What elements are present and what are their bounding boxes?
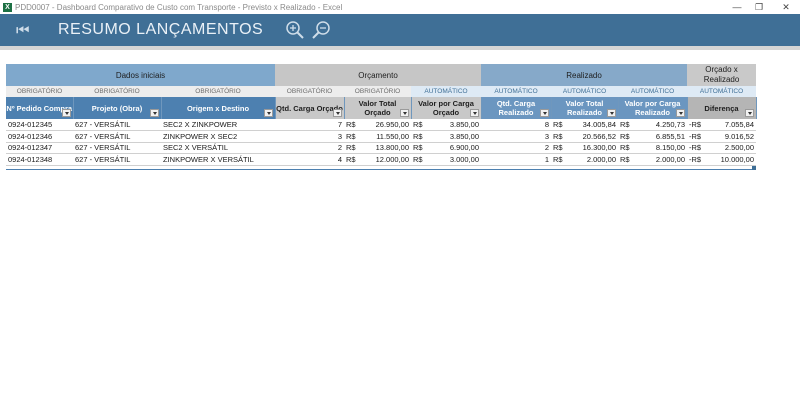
header-qtd-realizado: Qtd. Carga Realizado	[481, 97, 552, 119]
cell-vc-realizado[interactable]: R$ 2.000,00	[618, 153, 688, 166]
table-row: 0924-012347 627 - VERSÁTIL SEC2 X VERSÁT…	[6, 142, 757, 154]
group-dados-iniciais: Dados iniciais	[6, 64, 275, 86]
cell-vc-orcado[interactable]: R$ 6.900,00	[411, 142, 482, 154]
cell-origem[interactable]: SEC2 X VERSÁTIL	[161, 142, 275, 154]
cell-vt-realizado[interactable]: R$ 16.300,00	[551, 142, 619, 154]
cell-origem[interactable]: ZINKPOWER X SEC2	[161, 130, 275, 143]
restore-button[interactable]: ❐	[749, 0, 769, 14]
filter-dropdown-icon[interactable]	[332, 109, 342, 117]
requirement-label: AUTOMÁTICO	[551, 86, 619, 97]
cell-vc-realizado[interactable]: R$ 8.150,00	[618, 142, 688, 154]
cell-vc-orcado[interactable]: R$ 3.000,00	[411, 153, 482, 166]
filter-dropdown-icon[interactable]	[744, 109, 754, 117]
group-realizado: Realizado	[481, 64, 688, 86]
zoom-out-icon[interactable]	[311, 20, 331, 40]
cell-origem[interactable]: SEC2 X ZINKPOWER	[161, 119, 275, 131]
header-qtd-orcado: Qtd. Carga Orçado	[275, 97, 345, 119]
dashboard-header: ⏮ RESUMO LANÇAMENTOS	[0, 14, 800, 46]
header-diferenca: Diferença	[687, 97, 757, 119]
requirement-label: AUTOMÁTICO	[687, 86, 757, 97]
cell-diferenca[interactable]: -R$ 10.000,00	[687, 153, 757, 166]
requirement-label: OBRIGATÓRIO	[344, 86, 411, 97]
cell-qtd-realizado[interactable]: 8	[481, 119, 552, 131]
cell-qtd-orcado[interactable]: 3	[275, 130, 344, 143]
cell-pedido[interactable]: 0924-012347	[6, 142, 73, 154]
filter-dropdown-icon[interactable]	[61, 109, 71, 117]
cell-vc-realizado[interactable]: R$ 6.855,51	[618, 130, 688, 143]
window-title: PDD0007 - Dashboard Comparativo de Custo…	[15, 2, 343, 12]
requirement-label: OBRIGATÓRIO	[6, 86, 73, 97]
cell-vc-orcado[interactable]: R$ 3.850,00	[411, 119, 482, 131]
cell-vt-orcado[interactable]: R$ 12.000,00	[344, 153, 411, 166]
cell-projeto[interactable]: 627 - VERSÁTIL	[73, 130, 161, 143]
requirement-label: AUTOMÁTICO	[411, 86, 482, 97]
back-first-icon[interactable]: ⏮	[16, 22, 40, 39]
table-row: 0924-012348 627 - VERSÁTIL ZINKPOWER X V…	[6, 153, 757, 166]
filter-dropdown-icon[interactable]	[263, 109, 273, 117]
header-origem: Origem x Destino	[161, 97, 276, 119]
cell-qtd-orcado[interactable]: 2	[275, 142, 344, 154]
minimize-button[interactable]: —	[727, 0, 747, 14]
cell-origem[interactable]: ZINKPOWER X VERSÁTIL	[161, 153, 275, 166]
filter-dropdown-icon[interactable]	[469, 109, 479, 117]
cell-projeto[interactable]: 627 - VERSÁTIL	[73, 153, 161, 166]
cell-qtd-realizado[interactable]: 2	[481, 142, 552, 154]
cell-vt-realizado[interactable]: R$ 2.000,00	[551, 153, 619, 166]
cell-vt-realizado[interactable]: R$ 20.566,52	[551, 130, 619, 143]
header-vc-orcado: Valor por Carga Orçado	[411, 97, 482, 119]
cell-vt-orcado[interactable]: R$ 13.800,00	[344, 142, 411, 154]
cell-diferenca[interactable]: -R$ 7.055,84	[687, 119, 757, 131]
cell-vt-realizado[interactable]: R$ 34.005,84	[551, 119, 619, 131]
excel-icon: X	[3, 2, 12, 12]
cell-vt-orcado[interactable]: R$ 26.950,00	[344, 119, 411, 131]
zoom-in-icon[interactable]	[285, 20, 305, 40]
cell-pedido[interactable]: 0924-012346	[6, 130, 73, 143]
window-titlebar: X PDD0007 - Dashboard Comparativo de Cus…	[0, 0, 800, 14]
table-row: 0924-012346 627 - VERSÁTIL ZINKPOWER X S…	[6, 130, 757, 143]
header-vc-realizado: Valor por Carga Realizado	[618, 97, 688, 119]
filter-dropdown-icon[interactable]	[606, 109, 616, 117]
table-bottom-border	[6, 169, 756, 170]
cell-pedido[interactable]: 0924-012345	[6, 119, 73, 131]
cell-diferenca[interactable]: -R$ 2.500,00	[687, 142, 757, 154]
requirement-label: OBRIGATÓRIO	[73, 86, 161, 97]
header-pedido: Nº Pedido Compra	[6, 97, 74, 119]
filter-dropdown-icon[interactable]	[675, 109, 685, 117]
launches-table: Dados iniciais Orçamento Realizado Orçad…	[6, 64, 757, 166]
cell-vt-orcado[interactable]: R$ 11.550,00	[344, 130, 411, 143]
group-orcado-x-realizado: Orçado x Realizado	[687, 64, 757, 86]
close-button[interactable]: ✕	[776, 0, 796, 14]
requirement-label: AUTOMÁTICO	[481, 86, 552, 97]
cell-projeto[interactable]: 627 - VERSÁTIL	[73, 142, 161, 154]
cell-vc-orcado[interactable]: R$ 3.850,00	[411, 130, 482, 143]
requirement-label: AUTOMÁTICO	[618, 86, 688, 97]
cell-qtd-orcado[interactable]: 4	[275, 153, 344, 166]
cell-projeto[interactable]: 627 - VERSÁTIL	[73, 119, 161, 131]
cell-diferenca[interactable]: -R$ 9.016,52	[687, 130, 757, 143]
page-title: RESUMO LANÇAMENTOS	[58, 21, 264, 38]
requirement-label: OBRIGATÓRIO	[161, 86, 275, 97]
cell-qtd-orcado[interactable]: 7	[275, 119, 344, 131]
cell-qtd-realizado[interactable]: 3	[481, 130, 552, 143]
table-row: 0924-012345 627 - VERSÁTIL SEC2 X ZINKPO…	[6, 119, 757, 131]
header-vt-orcado: Valor Total Orçado	[344, 97, 412, 119]
filter-dropdown-icon[interactable]	[399, 109, 409, 117]
cell-qtd-realizado[interactable]: 1	[481, 153, 552, 166]
filter-dropdown-icon[interactable]	[149, 109, 159, 117]
requirement-label: OBRIGATÓRIO	[275, 86, 344, 97]
cell-vc-realizado[interactable]: R$ 4.250,73	[618, 119, 688, 131]
filter-dropdown-icon[interactable]	[539, 109, 549, 117]
header-vt-realizado: Valor Total Realizado	[551, 97, 619, 119]
header-divider	[0, 46, 800, 50]
group-orcamento: Orçamento	[275, 64, 482, 86]
table-resize-handle[interactable]	[752, 166, 756, 170]
cell-pedido[interactable]: 0924-012348	[6, 153, 73, 166]
header-projeto: Projeto (Obra)	[73, 97, 162, 119]
